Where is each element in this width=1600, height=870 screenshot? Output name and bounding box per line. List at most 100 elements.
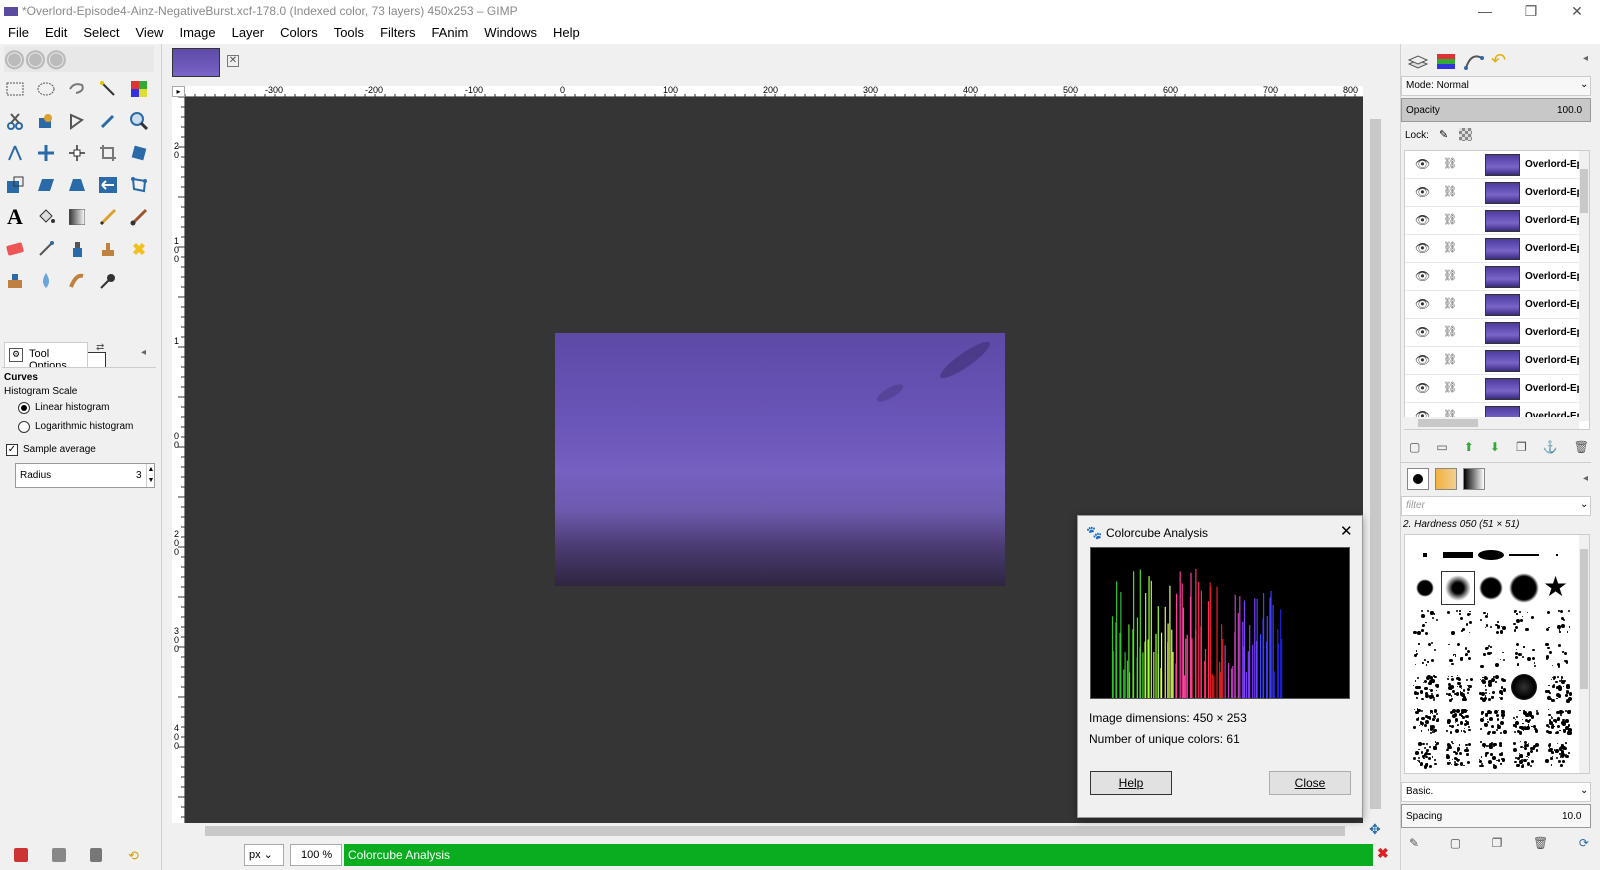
smudge-icon[interactable] — [64, 268, 90, 294]
blur-icon[interactable] — [33, 268, 59, 294]
cancel-progress-icon[interactable]: ✖ — [1377, 845, 1389, 862]
crop-icon[interactable] — [95, 140, 121, 166]
layer-row[interactable]: 👁 ⛓ Overlord-Ep — [1405, 151, 1589, 179]
shear-icon[interactable] — [33, 172, 59, 198]
foreground-select-icon[interactable] — [33, 108, 59, 134]
brushes-vscroll-thumb[interactable] — [1580, 549, 1588, 689]
layer-row[interactable]: 👁 ⛓ Overlord-Ep — [1405, 263, 1589, 291]
paths-icon[interactable] — [64, 108, 90, 134]
menu-filters[interactable]: Filters — [372, 22, 423, 44]
configure-tab-icon[interactable]: ◂ — [141, 347, 146, 358]
configure-brushes-tab-icon[interactable]: ◂ — [1583, 473, 1588, 484]
eraser-icon[interactable] — [2, 236, 28, 262]
scissors-icon[interactable] — [2, 108, 28, 134]
measure-icon[interactable] — [2, 140, 28, 166]
brush-item[interactable] — [1475, 737, 1507, 769]
spacing-slider[interactable]: Spacing 10.0 — [1401, 804, 1591, 828]
brush-item[interactable] — [1409, 638, 1441, 670]
perspective-icon[interactable] — [64, 172, 90, 198]
layer-row[interactable]: 👁 ⛓ Overlord-Ep — [1405, 375, 1589, 403]
layers-tab-icon[interactable] — [1407, 50, 1429, 72]
layers-list[interactable]: 👁 ⛓ Overlord-Ep 👁 ⛓ Overlord-Ep 👁 ⛓ Overlord-Ep 👁… — [1404, 150, 1590, 430]
chain-icon[interactable]: ⛓ — [1443, 185, 1457, 198]
brush-item[interactable] — [1508, 737, 1540, 769]
new-brush-icon[interactable]: ▢ — [1450, 836, 1461, 852]
perspective-clone-icon[interactable] — [2, 268, 28, 294]
chain-icon[interactable]: ⛓ — [1443, 157, 1457, 170]
brush-item[interactable] — [1442, 638, 1474, 670]
layer-row[interactable]: 👁 ⛓ Overlord-Ep — [1405, 179, 1589, 207]
eye-icon[interactable]: 👁 — [1415, 213, 1430, 227]
horizontal-ruler[interactable]: -300 -200 -100 0 100 200 300 400 500 600… — [185, 85, 1363, 97]
eye-icon[interactable]: 👁 — [1415, 185, 1430, 199]
brush-item[interactable] — [1508, 704, 1540, 736]
chain-icon[interactable]: ⛓ — [1443, 213, 1457, 226]
brush-item[interactable] — [1441, 571, 1475, 605]
text-icon[interactable]: A — [2, 204, 28, 230]
menu-fanim[interactable]: FAnim — [423, 22, 476, 44]
brush-item[interactable] — [1409, 605, 1441, 637]
ellipse-select-icon[interactable] — [33, 76, 59, 102]
menu-file[interactable]: File — [0, 22, 37, 44]
eye-icon[interactable]: 👁 — [1415, 157, 1430, 171]
color-picker-icon[interactable] — [95, 108, 121, 134]
save-options-icon[interactable] — [14, 848, 28, 862]
eye-icon[interactable]: 👁 — [1415, 325, 1430, 339]
brush-item[interactable] — [1475, 638, 1507, 670]
brush-item[interactable] — [1409, 539, 1441, 571]
menu-help[interactable]: Help — [545, 22, 588, 44]
vertical-ruler[interactable]: 2 0 1 0 0 1 0 0 2 0 0 3 0 0 4 0 0 — [172, 97, 185, 823]
fuzzy-select-icon[interactable] — [95, 76, 121, 102]
brush-preset-select[interactable]: Basic. ⌄ — [1401, 782, 1591, 802]
ruler-corner-icon[interactable]: ▸ — [172, 86, 185, 97]
brush-item[interactable] — [1508, 539, 1540, 571]
brush-item[interactable] — [1475, 572, 1507, 604]
new-layer-icon[interactable]: ▢ — [1409, 440, 1420, 456]
eye-icon[interactable]: 👁 — [1415, 241, 1430, 255]
brush-item[interactable] — [1442, 737, 1474, 769]
undo-history-tab-icon[interactable]: ↶ — [1491, 50, 1513, 72]
duplicate-brush-icon[interactable]: ❐ — [1492, 836, 1503, 852]
layer-row[interactable]: 👁 ⛓ Overlord-Ep — [1405, 319, 1589, 347]
linear-histogram-radio[interactable] — [18, 402, 30, 414]
chain-icon[interactable]: ⛓ — [1443, 325, 1457, 338]
brush-item[interactable] — [1475, 539, 1507, 571]
lower-layer-icon[interactable]: ⬇ — [1490, 440, 1500, 456]
brush-item[interactable] — [1475, 671, 1507, 703]
brush-item[interactable] — [1442, 539, 1474, 571]
brush-item[interactable] — [1508, 638, 1540, 670]
flip-icon[interactable] — [95, 172, 121, 198]
eye-icon[interactable]: 👁 — [1415, 381, 1430, 395]
brush-item[interactable] — [1541, 704, 1573, 736]
layer-row[interactable]: 👁 ⛓ Overlord-Ep — [1405, 347, 1589, 375]
patterns-tab-icon[interactable] — [1435, 468, 1457, 490]
chain-icon[interactable]: ⛓ — [1443, 353, 1457, 366]
refresh-brushes-icon[interactable]: ⟳ — [1579, 836, 1589, 852]
layers-vscrollbar[interactable] — [1579, 151, 1589, 421]
dialog-close-icon[interactable]: ✕ — [1340, 522, 1353, 540]
maximize-button[interactable]: ❐ — [1508, 0, 1554, 22]
menu-edit[interactable]: Edit — [37, 22, 75, 44]
brush-item[interactable] — [1541, 638, 1573, 670]
eye-icon[interactable]: 👁 — [1415, 269, 1430, 283]
menu-image[interactable]: Image — [171, 22, 223, 44]
layer-row[interactable]: 👁 ⛓ Overlord-Ep — [1405, 235, 1589, 263]
image-canvas[interactable] — [555, 333, 1005, 586]
bucket-fill-icon[interactable] — [33, 204, 59, 230]
close-button[interactable]: Close — [1269, 771, 1351, 795]
new-layer-group-icon[interactable]: ▭ — [1436, 440, 1447, 456]
brush-item[interactable] — [1541, 539, 1573, 571]
duplicate-layer-icon[interactable]: ❐ — [1516, 440, 1527, 456]
menu-layer[interactable]: Layer — [224, 22, 273, 44]
delete-brush-icon[interactable]: 🗑 — [1533, 836, 1548, 852]
minimize-button[interactable]: — — [1462, 0, 1508, 22]
zoom-icon[interactable] — [126, 108, 152, 134]
brush-item[interactable]: ★ — [1541, 571, 1573, 604]
layer-row[interactable]: 👁 ⛓ Overlord-Ep — [1405, 291, 1589, 319]
raise-layer-icon[interactable]: ⬆ — [1464, 440, 1474, 456]
unit-select[interactable]: px ⌄ — [244, 844, 284, 866]
brush-item[interactable] — [1409, 671, 1441, 703]
image-tab-thumbnail[interactable] — [172, 48, 220, 77]
free-select-icon[interactable] — [64, 76, 90, 102]
layer-row[interactable]: 👁 ⛓ Overlord-Ep — [1405, 207, 1589, 235]
